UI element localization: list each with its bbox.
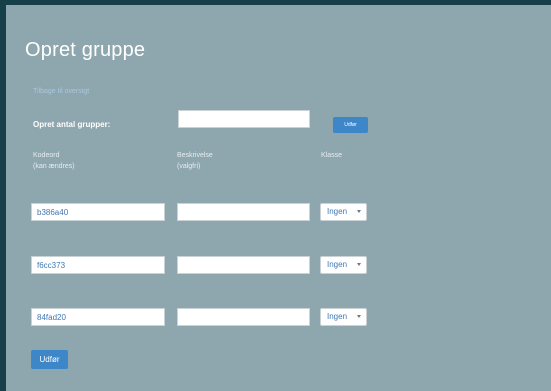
group-password-input[interactable] — [31, 203, 165, 221]
group-class-select[interactable]: Ingen — [320, 203, 367, 221]
group-description-input[interactable] — [177, 308, 310, 326]
password-column-header: Kodeord (kan ændres) — [33, 152, 75, 170]
create-groups-button[interactable]: Udfør — [333, 117, 368, 133]
group-password-input[interactable] — [31, 256, 165, 274]
group-description-input[interactable] — [177, 203, 310, 221]
chevron-down-icon — [357, 210, 361, 213]
page-container: Opret gruppe Tilbage til oversigt Opret … — [6, 5, 551, 391]
description-column-header: Beskrivelse (valgfri) — [177, 152, 213, 170]
group-password-input[interactable] — [31, 308, 165, 326]
page-title: Opret gruppe — [25, 39, 146, 61]
group-class-value: Ingen — [327, 260, 348, 269]
group-description-input[interactable] — [177, 256, 310, 274]
submit-button[interactable]: Udfør — [31, 350, 68, 369]
group-class-select[interactable]: Ingen — [320, 256, 367, 274]
chevron-down-icon — [357, 315, 361, 318]
chevron-down-icon — [357, 263, 361, 266]
group-class-value: Ingen — [327, 207, 348, 216]
group-class-value: Ingen — [327, 312, 348, 321]
group-count-input[interactable] — [178, 110, 310, 128]
class-column-header: Klasse — [321, 152, 343, 159]
create-count-label: Opret antal grupper: — [33, 120, 111, 129]
group-class-select[interactable]: Ingen — [320, 308, 367, 326]
back-to-overview-link[interactable]: Tilbage til oversigt — [33, 88, 89, 95]
